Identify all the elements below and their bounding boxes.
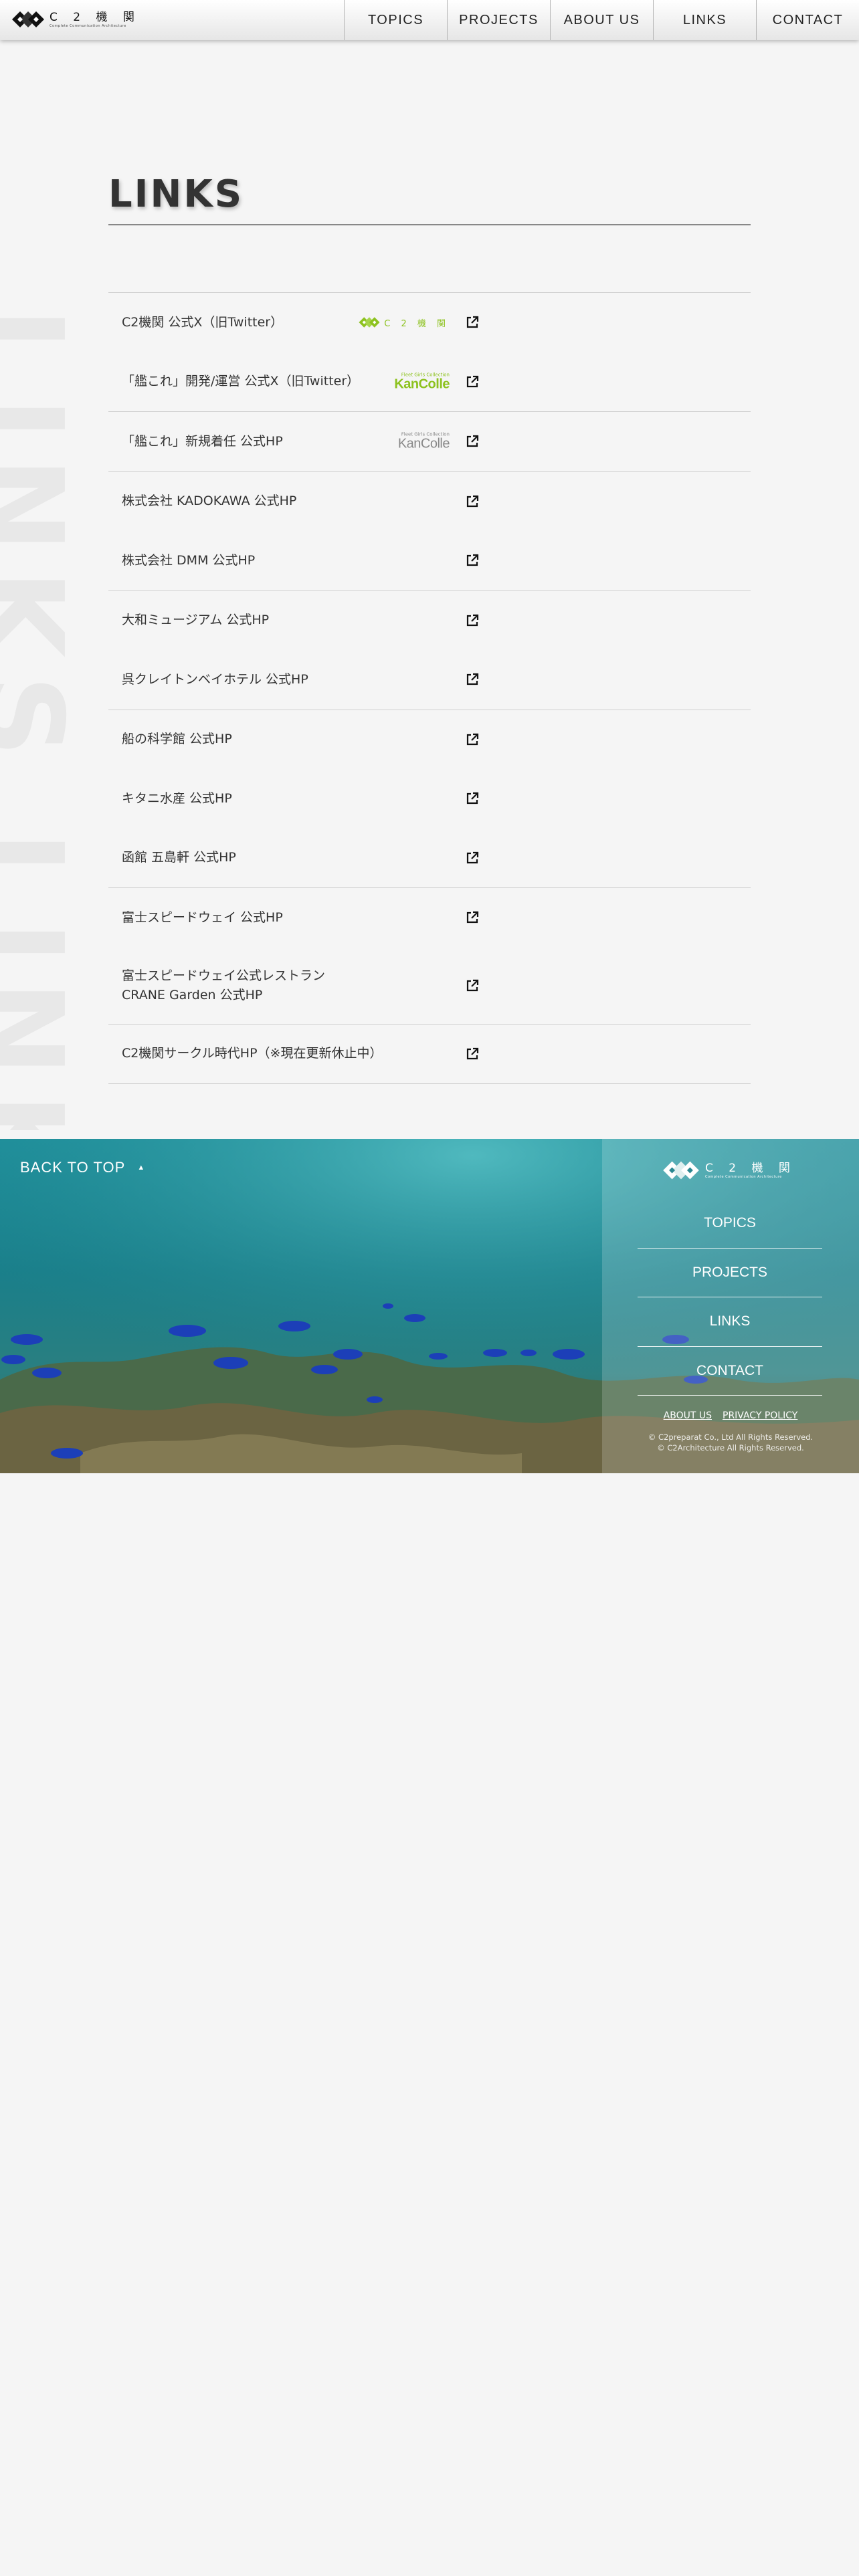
link-label: 函館 五島軒 公式HP xyxy=(122,850,236,865)
link-label: 船の科学館 公式HP xyxy=(122,732,232,747)
c2-logo-mark-icon xyxy=(359,317,380,328)
site-logo[interactable]: C 2 機 関 Complete Communication Architect… xyxy=(12,8,140,31)
external-link-icon[interactable] xyxy=(465,672,480,687)
footer-privacy-policy-link[interactable]: PRIVACY POLICY xyxy=(723,1410,797,1421)
external-link-icon[interactable] xyxy=(465,910,480,925)
site-header: C 2 機 関 Complete Communication Architect… xyxy=(0,0,859,40)
link-group: C2機関サークル時代HP（※現在更新休止中） xyxy=(108,1023,751,1084)
link-row[interactable]: 富士スピードウェイ公式レストラン CRANE Garden 公式HP xyxy=(108,948,751,1024)
link-label: 「艦これ」開発/運営 公式X（旧Twitter） xyxy=(122,374,360,389)
link-row[interactable]: C2機関 公式X（旧Twitter） C 2 機 関 xyxy=(108,293,751,352)
link-row[interactable]: 「艦これ」新規着任 公式HP Fleet Girls Collection KanC… xyxy=(108,412,751,471)
kancolle-badge-wordmark: KanColle xyxy=(397,436,450,451)
footer-logo-wordmark: C 2 機 関 xyxy=(705,1162,796,1175)
caret-up-icon: ▲ xyxy=(137,1164,146,1172)
footer-nav-panel: C 2 機 関 Complete Communication Architect… xyxy=(602,1139,859,1473)
external-link-icon[interactable] xyxy=(465,374,480,389)
footer-legal: ABOUT US PRIVACY POLICY © C2preparat Co.… xyxy=(602,1410,859,1453)
link-label: 大和ミュージアム 公式HP xyxy=(122,613,270,628)
link-row[interactable]: 富士スピードウェイ 公式HP xyxy=(108,888,751,948)
footer-nav-contact[interactable]: CONTACT xyxy=(638,1347,822,1396)
footer-nav-links[interactable]: LINKS xyxy=(638,1297,822,1347)
footer-nav: TOPICS PROJECTS LINKS CONTACT xyxy=(638,1199,822,1396)
link-row[interactable]: 大和ミュージアム 公式HP xyxy=(108,591,751,651)
nav-about-us[interactable]: ABOUT US xyxy=(550,0,653,40)
c2-logo-mark-icon xyxy=(663,1161,699,1180)
link-row[interactable]: 船の科学館 公式HP xyxy=(108,710,751,770)
c2-logo-mark-icon xyxy=(12,11,44,27)
footer-logo-subtitle: Complete Communication Architecture xyxy=(705,1175,782,1179)
external-link-icon[interactable] xyxy=(465,791,480,806)
link-label: 富士スピードウェイ公式レストラン CRANE Garden 公式HP xyxy=(122,968,326,1002)
copyright-line: © C2Architecture All Rights Reserved. xyxy=(657,1443,804,1453)
link-row[interactable]: キタニ水産 公式HP xyxy=(108,769,751,829)
external-link-icon[interactable] xyxy=(465,978,480,993)
link-row[interactable]: 「艦これ」開発/運営 公式X（旧Twitter） Fleet Girls Coll… xyxy=(108,352,751,412)
external-link-icon[interactable] xyxy=(465,732,480,747)
link-row[interactable]: 函館 五島軒 公式HP xyxy=(108,829,751,888)
back-to-top-label: BACK TO TOP xyxy=(20,1159,126,1176)
link-group: 富士スピードウェイ 公式HP 富士スピードウェイ公式レストラン CRANE Gar… xyxy=(108,887,751,1024)
link-label: 株式会社 KADOKAWA 公式HP xyxy=(122,494,297,509)
link-label: C2機関 公式X（旧Twitter） xyxy=(122,314,284,330)
link-label: C2機関サークル時代HP（※現在更新休止中） xyxy=(122,1046,383,1061)
external-link-icon[interactable] xyxy=(465,851,480,865)
link-group: 株式会社 KADOKAWA 公式HP 株式会社 DMM 公式HP xyxy=(108,471,751,591)
nav-projects[interactable]: PROJECTS xyxy=(447,0,550,40)
nav-links[interactable]: LINKS xyxy=(653,0,756,40)
c2-badge-wordmark: C 2 機 関 xyxy=(384,318,450,329)
kancolle-badge-wordmark: KanColle xyxy=(394,377,450,392)
link-row[interactable]: 株式会社 DMM 公式HP xyxy=(108,531,751,591)
link-group: 船の科学館 公式HP キタニ水産 公式HP 函館 五島軒 公式HP xyxy=(108,709,751,888)
kancolle-logo-badge: Fleet Girls Collection KanColle xyxy=(397,432,450,451)
link-label: キタニ水産 公式HP xyxy=(122,790,232,806)
footer-nav-topics[interactable]: TOPICS xyxy=(638,1199,822,1249)
main-nav: TOPICS PROJECTS ABOUT US LINKS CONTACT xyxy=(344,0,859,40)
logo-subtitle: Complete Communication Architecture xyxy=(50,24,126,28)
link-group: 「艦これ」新規着任 公式HP Fleet Girls Collection KanC… xyxy=(108,411,751,471)
watermark-text: LINKS LINKS xyxy=(0,308,87,1130)
site-footer: BACK TO TOP ▲ C 2 機 関 Complete Communica… xyxy=(0,1139,859,1473)
kancolle-logo-badge: Fleet Girls Collection KanColle xyxy=(394,372,450,391)
footer-logo[interactable]: C 2 機 関 Complete Communication Architect… xyxy=(662,1158,796,1183)
logo-wordmark: C 2 機 関 xyxy=(50,11,140,24)
link-row[interactable]: 呉クレイトンベイホテル 公式HP xyxy=(108,650,751,710)
link-row[interactable]: 株式会社 KADOKAWA 公式HP xyxy=(108,472,751,532)
link-row[interactable]: C2機関サークル時代HP（※現在更新休止中） xyxy=(108,1025,751,1084)
link-group: C2機関 公式X（旧Twitter） C 2 機 関「艦これ」開発/運営 公式X（… xyxy=(108,292,751,411)
copyright-line: © C2preparat Co., Ltd All Rights Reserve… xyxy=(648,1432,814,1442)
link-label: 株式会社 DMM 公式HP xyxy=(122,552,256,568)
external-link-icon[interactable] xyxy=(465,315,480,330)
links-list: C2機関 公式X（旧Twitter） C 2 機 関「艦これ」開発/運営 公式X（… xyxy=(108,292,751,1084)
c2-logo-badge: C 2 機 関 xyxy=(358,315,450,330)
nav-topics[interactable]: TOPICS xyxy=(344,0,447,40)
external-link-icon[interactable] xyxy=(465,494,480,509)
background-watermark: LINKS LINKS xyxy=(0,308,87,1130)
title-divider xyxy=(108,224,751,225)
link-label: 「艦これ」新規着任 公式HP xyxy=(122,433,283,449)
external-link-icon[interactable] xyxy=(465,1047,480,1061)
nav-contact[interactable]: CONTACT xyxy=(756,0,859,40)
back-to-top-button[interactable]: BACK TO TOP ▲ xyxy=(20,1159,145,1176)
external-link-icon[interactable] xyxy=(465,434,480,449)
footer-nav-projects[interactable]: PROJECTS xyxy=(638,1249,822,1297)
page-title: LINKS xyxy=(108,173,244,216)
link-label: 富士スピードウェイ 公式HP xyxy=(122,909,283,925)
link-label: 呉クレイトンベイホテル 公式HP xyxy=(122,671,308,687)
link-group: 大和ミュージアム 公式HP 呉クレイトンベイホテル 公式HP xyxy=(108,590,751,710)
external-link-icon[interactable] xyxy=(465,613,480,628)
external-link-icon[interactable] xyxy=(465,553,480,568)
footer-about-us-link[interactable]: ABOUT US xyxy=(664,1410,712,1421)
